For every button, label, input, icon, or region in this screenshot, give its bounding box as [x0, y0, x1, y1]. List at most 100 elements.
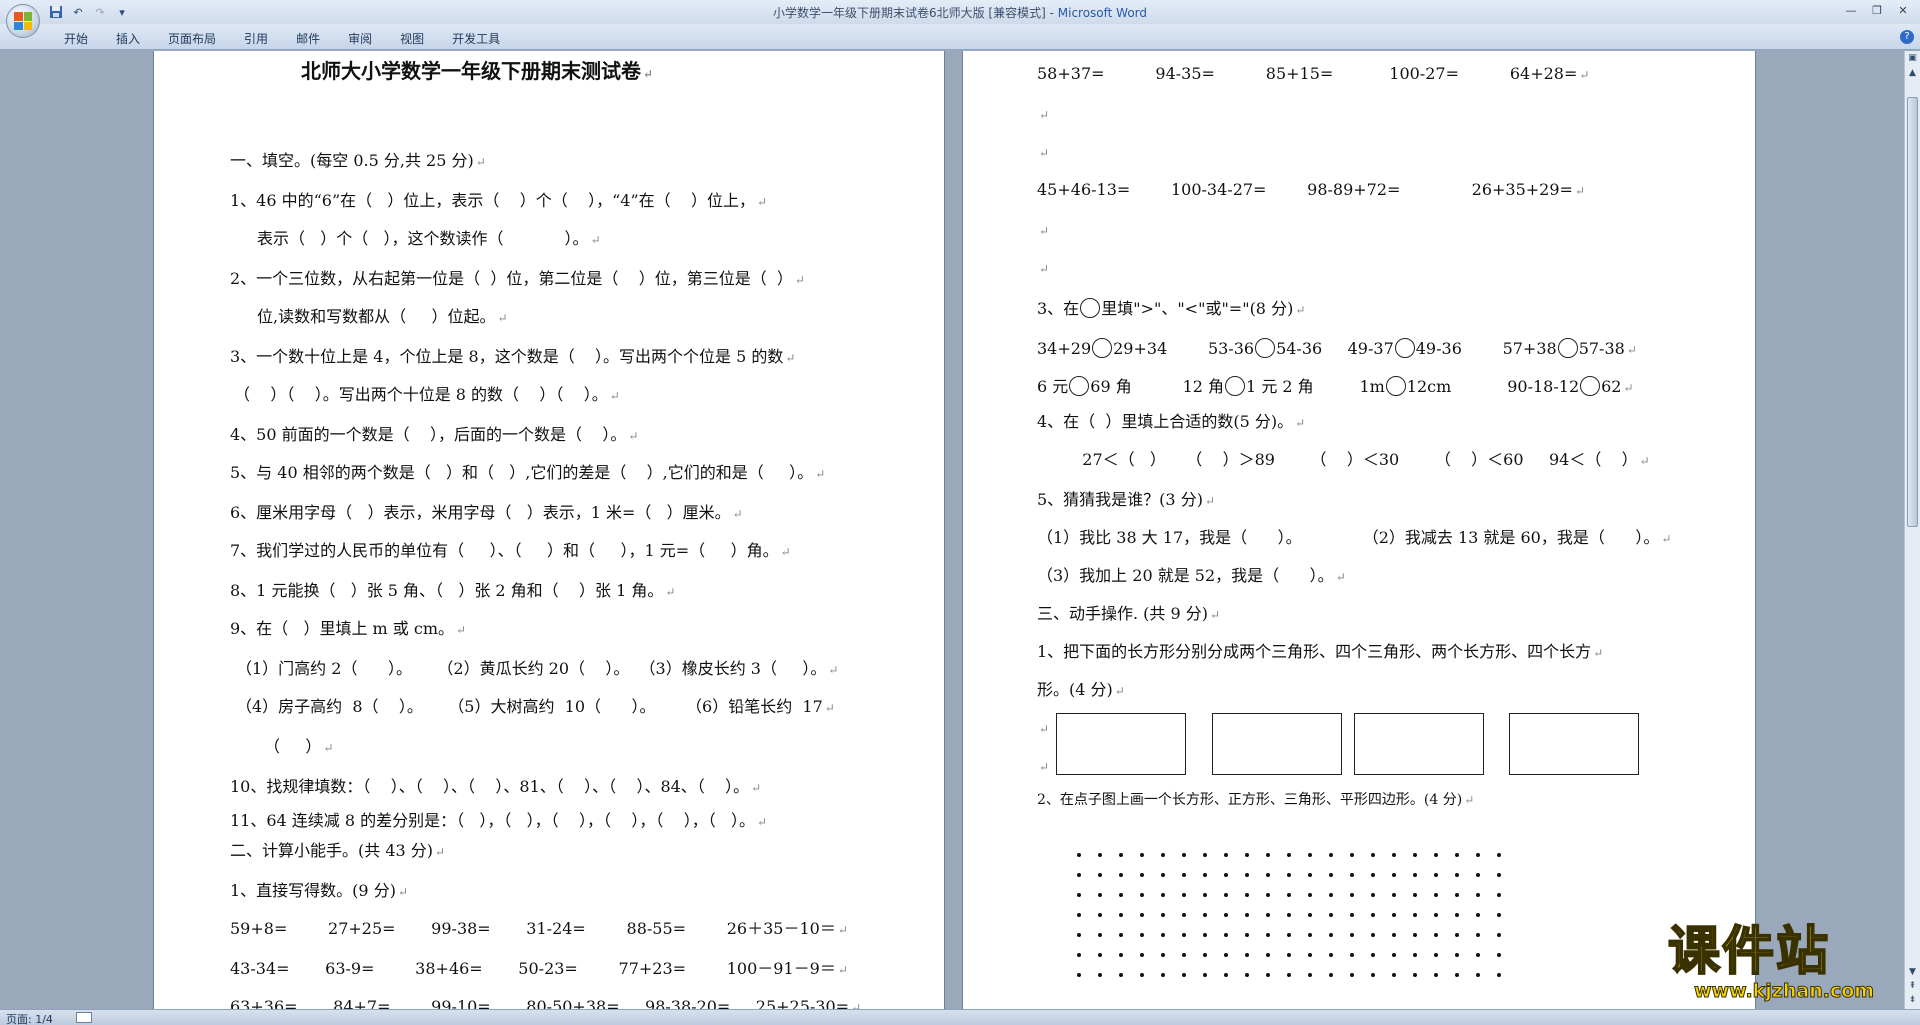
ruler-toggle-icon[interactable]: ▣	[1906, 51, 1919, 65]
scroll-up-icon[interactable]: ▲	[1906, 66, 1919, 80]
exam-title-text: 北师大小学数学一年级下册期末测试卷	[301, 59, 641, 83]
grid-dot	[1098, 913, 1102, 917]
page-2-line: 45+46-13= 100-34-27= 98-89+72= 26+35+29=…	[1037, 180, 1585, 201]
watermark-url: www.kjzhan.com	[1694, 980, 1875, 1003]
grid-dot	[1098, 873, 1102, 877]
grid-dot	[1161, 853, 1165, 857]
page-2-line: 形。(4 分) ↵	[1037, 680, 1125, 701]
grid-dot	[1203, 953, 1207, 957]
grid-dot	[1329, 953, 1333, 957]
tab-home[interactable]: 开始	[50, 30, 102, 47]
line-text: 27＜（ ） （ ）＞89 （ ）＜30 （ ）＜60 94＜（ ）	[1067, 450, 1638, 469]
grid-dot	[1266, 933, 1270, 937]
paragraph-mark: ↵	[785, 351, 796, 365]
answer-circle[interactable]	[1069, 376, 1090, 396]
tab-view[interactable]: 视图	[386, 30, 438, 47]
page-2-line: 2、在点子图上画一个长方形、正方形、三角形、平形四边形。(4 分) ↵	[1037, 790, 1474, 810]
document-page-1[interactable]: 北师大小学数学一年级下册期末测试卷 ↵ 一、填空。(每空 0.5 分,共 25 分…	[153, 51, 945, 1009]
line-text: 43-34= 63-9= 38+46= 50-23= 77+23= 100－91…	[230, 959, 836, 978]
answer-circle[interactable]	[1255, 338, 1276, 358]
paragraph-mark: ↵	[815, 467, 826, 481]
paragraph-mark: ↵	[1295, 416, 1306, 430]
tab-developer[interactable]: 开发工具	[438, 30, 514, 47]
line-text: （3）我加上 20 就是 52，我是（ ）。	[1037, 566, 1334, 585]
grid-dot	[1245, 953, 1249, 957]
grid-dot	[1203, 933, 1207, 937]
grid-dot	[1161, 913, 1165, 917]
grid-dot	[1224, 873, 1228, 877]
grid-dot	[1392, 933, 1396, 937]
grid-dot	[1182, 973, 1186, 977]
page-1-line: 6、厘米用字母（ ）表示，米用字母（ ）表示，1 米=（ ）厘米。 ↵	[230, 503, 743, 524]
tab-insert[interactable]: 插入	[102, 30, 154, 47]
line-text: 表示（ ）个（ ），这个数读作（ ）。	[257, 229, 589, 248]
grid-dot	[1392, 913, 1396, 917]
grid-dot	[1287, 873, 1291, 877]
grid-dot	[1077, 893, 1081, 897]
paragraph-mark: ↵	[1661, 532, 1672, 546]
previous-page-icon[interactable]: ⇞	[1906, 979, 1919, 993]
page-1-line: 1、直接写得数。(9 分) ↵	[230, 881, 408, 902]
answer-circle[interactable]	[1080, 298, 1101, 318]
grid-dot	[1455, 853, 1459, 857]
answer-circle[interactable]	[1225, 376, 1246, 396]
line-text: 1、直接写得数。(9 分)	[230, 881, 396, 900]
scrollbar-thumb[interactable]	[1907, 97, 1918, 527]
tab-references[interactable]: 引用	[230, 30, 282, 47]
paragraph-mark: ↵	[1335, 570, 1346, 584]
grid-dot	[1413, 933, 1417, 937]
grid-dot	[1497, 973, 1501, 977]
grid-dot	[1392, 973, 1396, 977]
paragraph-mark: ↵	[1210, 608, 1221, 622]
grid-dot	[1329, 913, 1333, 917]
next-page-icon[interactable]: ⇟	[1906, 993, 1919, 1007]
restore-icon[interactable]: ❐	[1864, 0, 1890, 20]
page-2-line: 4、在（ ）里填上合适的数(5 分)。 ↵	[1037, 412, 1305, 433]
answer-circle[interactable]	[1557, 338, 1578, 358]
paragraph-mark: ↵	[590, 233, 601, 247]
grid-dot	[1287, 913, 1291, 917]
page-1-line: 9、在（ ）里填上 m 或 cm。 ↵	[230, 619, 466, 640]
page-counter[interactable]: 页面: 1/4	[6, 1011, 53, 1025]
answer-circle[interactable]	[1092, 338, 1113, 358]
line-text: 63+36= 84+7= 99-10= 80-50+38= 98-38-20= …	[230, 997, 850, 1009]
grid-dot	[1224, 953, 1228, 957]
comparison-line: 34+29 29+34 53-36 54-36 49-37 49-36 57+38 57…	[1037, 338, 1625, 358]
scroll-down-icon[interactable]: ▼	[1906, 965, 1919, 979]
tab-mailings[interactable]: 邮件	[282, 30, 334, 47]
tab-page-layout[interactable]: 页面布局	[154, 30, 230, 47]
close-icon[interactable]: ✕	[1890, 0, 1916, 20]
grid-dot	[1350, 873, 1354, 877]
line-text: 形。(4 分)	[1037, 680, 1113, 699]
answer-circle[interactable]	[1580, 376, 1601, 396]
help-icon[interactable]: ?	[1900, 30, 1914, 44]
grid-dot	[1371, 913, 1375, 917]
answer-circle[interactable]	[1394, 338, 1415, 358]
dot-grid	[1077, 853, 1501, 977]
grid-dot	[1077, 933, 1081, 937]
grid-dot	[1182, 853, 1186, 857]
grid-dot	[1434, 973, 1438, 977]
title-bar: ↶ ↷ ▾ 小学数学一年级下册期末试卷6北师大版 [兼容模式] - Micros…	[0, 0, 1920, 24]
rectangle-3	[1354, 713, 1484, 775]
paragraph-mark: ↵	[757, 195, 768, 209]
grid-dot	[1308, 973, 1312, 977]
document-page-2[interactable]: 58+37= 94-35= 85+15= 100-27= 64+28= ↵ ↵ ↵ 45…	[962, 51, 1756, 1009]
proofing-icon[interactable]	[76, 1012, 92, 1023]
grid-dot	[1077, 953, 1081, 957]
grid-dot	[1119, 953, 1123, 957]
vertical-scrollbar[interactable]: ▣ ▲ ▼ ⇞ ⇟	[1904, 51, 1920, 1009]
grid-dot	[1350, 973, 1354, 977]
minimize-icon[interactable]: —	[1838, 0, 1864, 20]
paragraph-mark: ↵	[643, 67, 654, 81]
grid-dot	[1224, 913, 1228, 917]
grid-dot	[1077, 853, 1081, 857]
office-button[interactable]	[6, 4, 40, 38]
tab-review[interactable]: 审阅	[334, 30, 386, 47]
page-1-line: （1）门高约 2（ ）。 （2）黄瓜长约 20（ ）。 （3）橡皮长约 3（ ）…	[236, 659, 838, 680]
line-text: 1、把下面的长方形分别分成两个三角形、四个三角形、两个长方形、四个长方	[1037, 642, 1592, 661]
paragraph-mark: ↵	[1039, 108, 1050, 122]
grid-dot	[1497, 873, 1501, 877]
answer-circle[interactable]	[1385, 376, 1406, 396]
line-text: 1、46 中的“6”在（ ）位上，表示（ ）个（ ），“4”在（ ）位上，	[230, 191, 755, 210]
